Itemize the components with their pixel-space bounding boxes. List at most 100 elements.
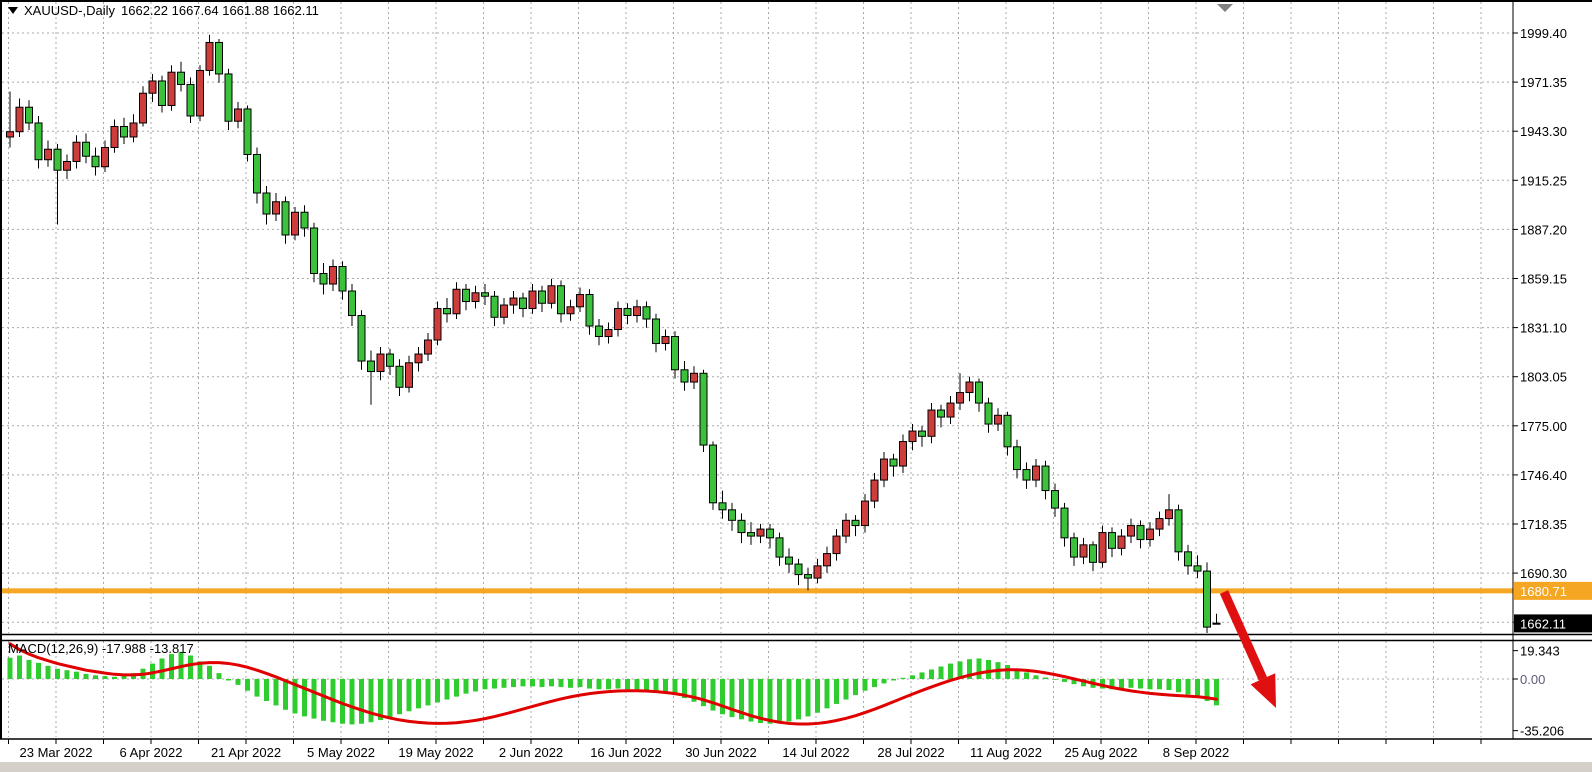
candle bbox=[102, 147, 109, 166]
macd-bar bbox=[473, 679, 478, 691]
macd-bar bbox=[872, 679, 877, 687]
candle bbox=[216, 42, 223, 74]
date-axis-label: 25 Aug 2022 bbox=[1064, 745, 1137, 760]
macd-bar bbox=[654, 679, 659, 691]
candle bbox=[244, 109, 251, 155]
macd-bar bbox=[834, 679, 839, 704]
candle bbox=[368, 361, 375, 372]
candle bbox=[1185, 552, 1192, 566]
candle bbox=[900, 442, 907, 467]
candle bbox=[1137, 526, 1144, 540]
candle bbox=[387, 354, 394, 366]
candle bbox=[605, 330, 612, 337]
chart-window: 1999.401971.351943.301915.251887.201859.… bbox=[0, 0, 1592, 772]
candle bbox=[453, 289, 460, 314]
candle bbox=[92, 156, 99, 167]
candle bbox=[111, 126, 118, 147]
macd-bar bbox=[283, 679, 288, 710]
macd-bar bbox=[1186, 679, 1191, 694]
date-axis-label: 8 Sep 2022 bbox=[1163, 745, 1230, 760]
macd-bar bbox=[1176, 679, 1181, 692]
candle bbox=[548, 286, 555, 304]
candle bbox=[1090, 545, 1097, 563]
price-axis-label: 1831.10 bbox=[1520, 321, 1567, 336]
candle bbox=[729, 510, 736, 521]
candle bbox=[957, 393, 964, 404]
chart-shift-marker-icon[interactable] bbox=[1217, 4, 1233, 12]
macd-bar bbox=[568, 679, 573, 688]
macd-bar bbox=[350, 679, 355, 724]
candle bbox=[643, 307, 650, 319]
candle bbox=[596, 326, 603, 337]
macd-bar bbox=[1129, 679, 1134, 688]
macd-bar bbox=[1148, 679, 1153, 689]
candle bbox=[634, 307, 641, 316]
candle bbox=[225, 74, 232, 121]
candle bbox=[235, 109, 242, 121]
candle bbox=[1080, 545, 1087, 557]
price-axis-label: 1803.05 bbox=[1520, 370, 1567, 385]
macd-bar bbox=[321, 679, 326, 721]
macd-bar bbox=[36, 663, 41, 679]
macd-bar bbox=[891, 679, 896, 680]
macd-bar bbox=[1024, 672, 1029, 679]
macd-bar bbox=[502, 679, 507, 688]
macd-bar bbox=[901, 678, 906, 679]
chart-canvas[interactable]: 1999.401971.351943.301915.251887.201859.… bbox=[0, 0, 1592, 772]
macd-bar bbox=[93, 675, 98, 679]
macd-bar bbox=[787, 679, 792, 722]
macd-bar bbox=[768, 679, 773, 724]
macd-bar bbox=[236, 679, 241, 685]
macd-bar bbox=[853, 679, 858, 695]
candle bbox=[1023, 470, 1030, 481]
candle bbox=[396, 366, 403, 387]
candle bbox=[26, 107, 33, 123]
candle bbox=[1052, 491, 1059, 509]
macd-axis-label: 19.343 bbox=[1520, 644, 1560, 659]
macd-bar bbox=[169, 654, 174, 679]
candle bbox=[35, 123, 42, 160]
price-axis-label: 1887.20 bbox=[1520, 222, 1567, 237]
candle bbox=[434, 309, 441, 341]
macd-bar bbox=[796, 679, 801, 719]
level-line[interactable] bbox=[2, 588, 1513, 593]
candle bbox=[339, 267, 346, 292]
macd-bar bbox=[207, 666, 212, 679]
candle bbox=[1014, 447, 1021, 470]
symbol-dropdown-icon[interactable] bbox=[8, 7, 18, 14]
candle bbox=[1042, 466, 1049, 491]
candle bbox=[140, 93, 147, 123]
candle bbox=[159, 81, 166, 106]
macd-bar bbox=[55, 669, 60, 679]
macd-bar bbox=[929, 669, 934, 679]
macd-bar bbox=[388, 679, 393, 717]
candle bbox=[558, 286, 565, 314]
candle bbox=[928, 410, 935, 436]
macd-bar bbox=[1053, 679, 1058, 680]
date-axis-label: 30 Jun 2022 bbox=[685, 745, 757, 760]
macd-bar bbox=[217, 673, 222, 679]
macd-bar bbox=[226, 679, 231, 680]
macd-bar bbox=[720, 679, 725, 714]
macd-bar bbox=[644, 679, 649, 690]
axis-labels: 1999.401971.351943.301915.251887.201859.… bbox=[20, 26, 1568, 760]
price-axis-label: 1971.35 bbox=[1520, 75, 1567, 90]
candle bbox=[501, 305, 508, 317]
macd-bar bbox=[625, 679, 630, 689]
candle bbox=[358, 316, 365, 362]
macd-bar bbox=[1214, 679, 1219, 705]
candle bbox=[349, 291, 356, 316]
candle bbox=[197, 70, 204, 116]
candle bbox=[83, 142, 90, 156]
macd-bar bbox=[540, 679, 545, 687]
macd-bar bbox=[863, 679, 868, 691]
down-arrow-annotation[interactable] bbox=[1224, 592, 1276, 708]
candle bbox=[510, 298, 517, 305]
date-axis-label: 14 Jul 2022 bbox=[782, 745, 849, 760]
candle bbox=[738, 520, 745, 532]
macd-axis-label: 0.00 bbox=[1520, 672, 1545, 687]
macd-bar bbox=[986, 660, 991, 679]
candle bbox=[425, 340, 432, 354]
candle bbox=[1156, 519, 1163, 530]
candle bbox=[1166, 510, 1173, 519]
